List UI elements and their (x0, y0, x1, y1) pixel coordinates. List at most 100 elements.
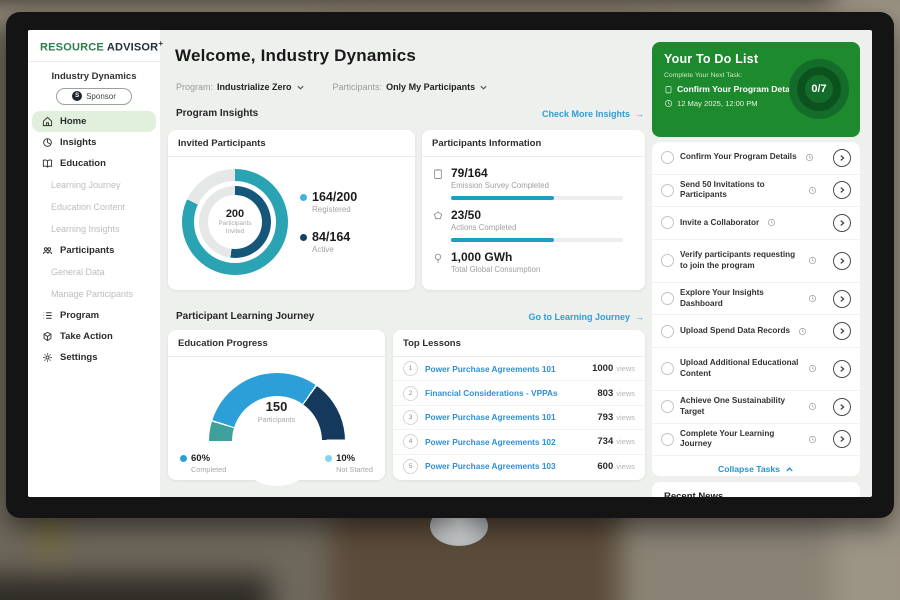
sidebar-item-education[interactable]: Education (28, 153, 160, 174)
views-count: 734 (597, 436, 613, 447)
top-lessons-card: Top Lessons 1 Power Purchase Agreements … (393, 330, 645, 480)
task-row: Complete Your Learning Journey (652, 424, 860, 457)
clock-icon (767, 218, 776, 227)
task-go-button[interactable] (833, 290, 851, 308)
gauge-label: Participants (209, 415, 345, 424)
logo-plus: + (158, 39, 163, 48)
completed-dot-icon (180, 455, 187, 462)
task-label: Upload Spend Data Records (680, 326, 790, 337)
sidebar-item-settings[interactable]: Settings (28, 347, 160, 368)
stat-label: Emission Survey Completed (451, 181, 623, 190)
task-go-button[interactable] (833, 214, 851, 232)
task-label: Send 50 Invitations to Participants (680, 180, 800, 201)
sidebar-item-label: Take Action (60, 331, 113, 342)
task-go-button[interactable] (833, 181, 851, 199)
background-blur (0, 575, 270, 600)
link-label: Go to Learning Journey (528, 312, 630, 322)
active-dot-icon (300, 234, 307, 241)
sidebar-item-label: Program (60, 310, 99, 321)
task-row: Confirm Your Program Details (652, 142, 860, 175)
lesson-link[interactable]: Power Purchase Agreements 103 (425, 461, 597, 471)
arrow-right-icon: → (635, 109, 644, 119)
program-insights-header: Program Insights Check More Insights → (176, 108, 644, 119)
education-progress-card: Education Progress 150 Participants 60% … (168, 330, 385, 480)
clipboard-icon (664, 85, 673, 94)
task-go-button[interactable] (833, 360, 851, 378)
sidebar-item-learning-insights[interactable]: Learning Insights (28, 218, 160, 240)
task-row: Achieve One Sustainability Target (652, 391, 860, 424)
sidebar-item-home[interactable]: Home (32, 111, 156, 132)
chevron-up-icon (785, 465, 794, 474)
progress-track (451, 196, 623, 200)
views-suffix: views (616, 364, 635, 373)
sidebar-item-label: Education Content (51, 202, 125, 212)
task-checkbox[interactable] (661, 362, 674, 375)
views-count: 1000 (592, 363, 613, 374)
lesson-link[interactable]: Power Purchase Agreements 101 (425, 364, 592, 374)
sidebar-item-label: General Data (51, 267, 105, 277)
invited-center-label: Participants Invited (213, 220, 257, 236)
task-go-button[interactable] (833, 252, 851, 270)
link-label: Check More Insights (542, 109, 630, 119)
filters-row: Program: Industrialize Zero Participants… (176, 82, 488, 92)
task-checkbox[interactable] (661, 400, 674, 413)
sidebar-item-general-data[interactable]: General Data (28, 261, 160, 283)
card-title: Invited Participants (168, 130, 415, 157)
views-suffix: views (616, 389, 635, 398)
task-checkbox[interactable] (661, 254, 674, 267)
todo-summary-panel: Your To Do List Complete Your Next Task:… (652, 42, 860, 137)
task-checkbox[interactable] (661, 151, 674, 164)
task-checkbox[interactable] (661, 433, 674, 446)
rank-badge: 2 (403, 386, 418, 401)
task-checkbox[interactable] (661, 292, 674, 305)
participants-icon (42, 245, 53, 256)
stat-global-consumption: 1,000 GWh Total Global Consumption (432, 250, 633, 274)
clock-icon (808, 186, 817, 195)
stat-emission-survey: 79/164 Emission Survey Completed (432, 166, 633, 200)
participants-dropdown[interactable]: Participants: Only My Participants (333, 82, 489, 92)
task-go-button[interactable] (833, 149, 851, 167)
active-value: 84/164 (312, 230, 350, 244)
take-action-icon (42, 331, 53, 342)
sidebar-item-participants[interactable]: Participants (28, 240, 160, 261)
check-more-insights-link[interactable]: Check More Insights → (542, 109, 644, 119)
clock-icon (808, 256, 817, 265)
task-go-button[interactable] (833, 430, 851, 448)
task-checkbox[interactable] (661, 216, 674, 229)
sidebar-nav: Home Insights Education Learning Journey… (28, 111, 160, 368)
not-started-label: Not Started (336, 465, 373, 474)
sidebar-item-program[interactable]: Program (28, 305, 160, 326)
task-go-button[interactable] (833, 398, 851, 416)
chevron-down-icon (296, 83, 305, 92)
sidebar: RESOURCE ADVISOR+ Industry Dynamics S Sp… (28, 30, 160, 497)
settings-icon (42, 352, 53, 363)
task-checkbox[interactable] (661, 325, 674, 338)
sidebar-item-learning-journey[interactable]: Learning Journey (28, 174, 160, 196)
info-stats: 79/164 Emission Survey Completed 23/50 A… (422, 157, 645, 274)
sidebar-item-label: Learning Insights (51, 224, 120, 234)
task-checkbox[interactable] (661, 184, 674, 197)
card-title: Top Lessons (393, 330, 645, 357)
lesson-link[interactable]: Power Purchase Agreements 101 (425, 412, 597, 422)
gauge-center: 150 Participants (209, 399, 345, 424)
sidebar-item-label: Education (60, 158, 106, 169)
go-to-learning-journey-link[interactable]: Go to Learning Journey → (528, 312, 644, 322)
collapse-tasks-button[interactable]: Collapse Tasks (652, 456, 860, 476)
sidebar-item-manage-participants[interactable]: Manage Participants (28, 283, 160, 305)
sponsor-icon: S (72, 91, 82, 101)
app-logo[interactable]: RESOURCE ADVISOR+ (28, 30, 160, 62)
clock-icon (808, 435, 817, 444)
page-title: Welcome, Industry Dynamics (175, 46, 416, 66)
lightbulb-icon (432, 252, 444, 264)
lesson-link[interactable]: Power Purchase Agreements 102 (425, 437, 597, 447)
lesson-row: 3 Power Purchase Agreements 101 793 view… (393, 406, 645, 430)
sidebar-item-insights[interactable]: Insights (28, 132, 160, 153)
org-name: Industry Dynamics (28, 71, 160, 82)
arrow-right-icon: → (635, 312, 644, 322)
lesson-link[interactable]: Financial Considerations - VPPAs (425, 388, 597, 398)
task-go-button[interactable] (833, 322, 851, 340)
program-dropdown[interactable]: Program: Industrialize Zero (176, 82, 305, 92)
task-row: Upload Additional Educational Content (652, 348, 860, 391)
sidebar-item-take-action[interactable]: Take Action (28, 326, 160, 347)
sidebar-item-education-content[interactable]: Education Content (28, 196, 160, 218)
